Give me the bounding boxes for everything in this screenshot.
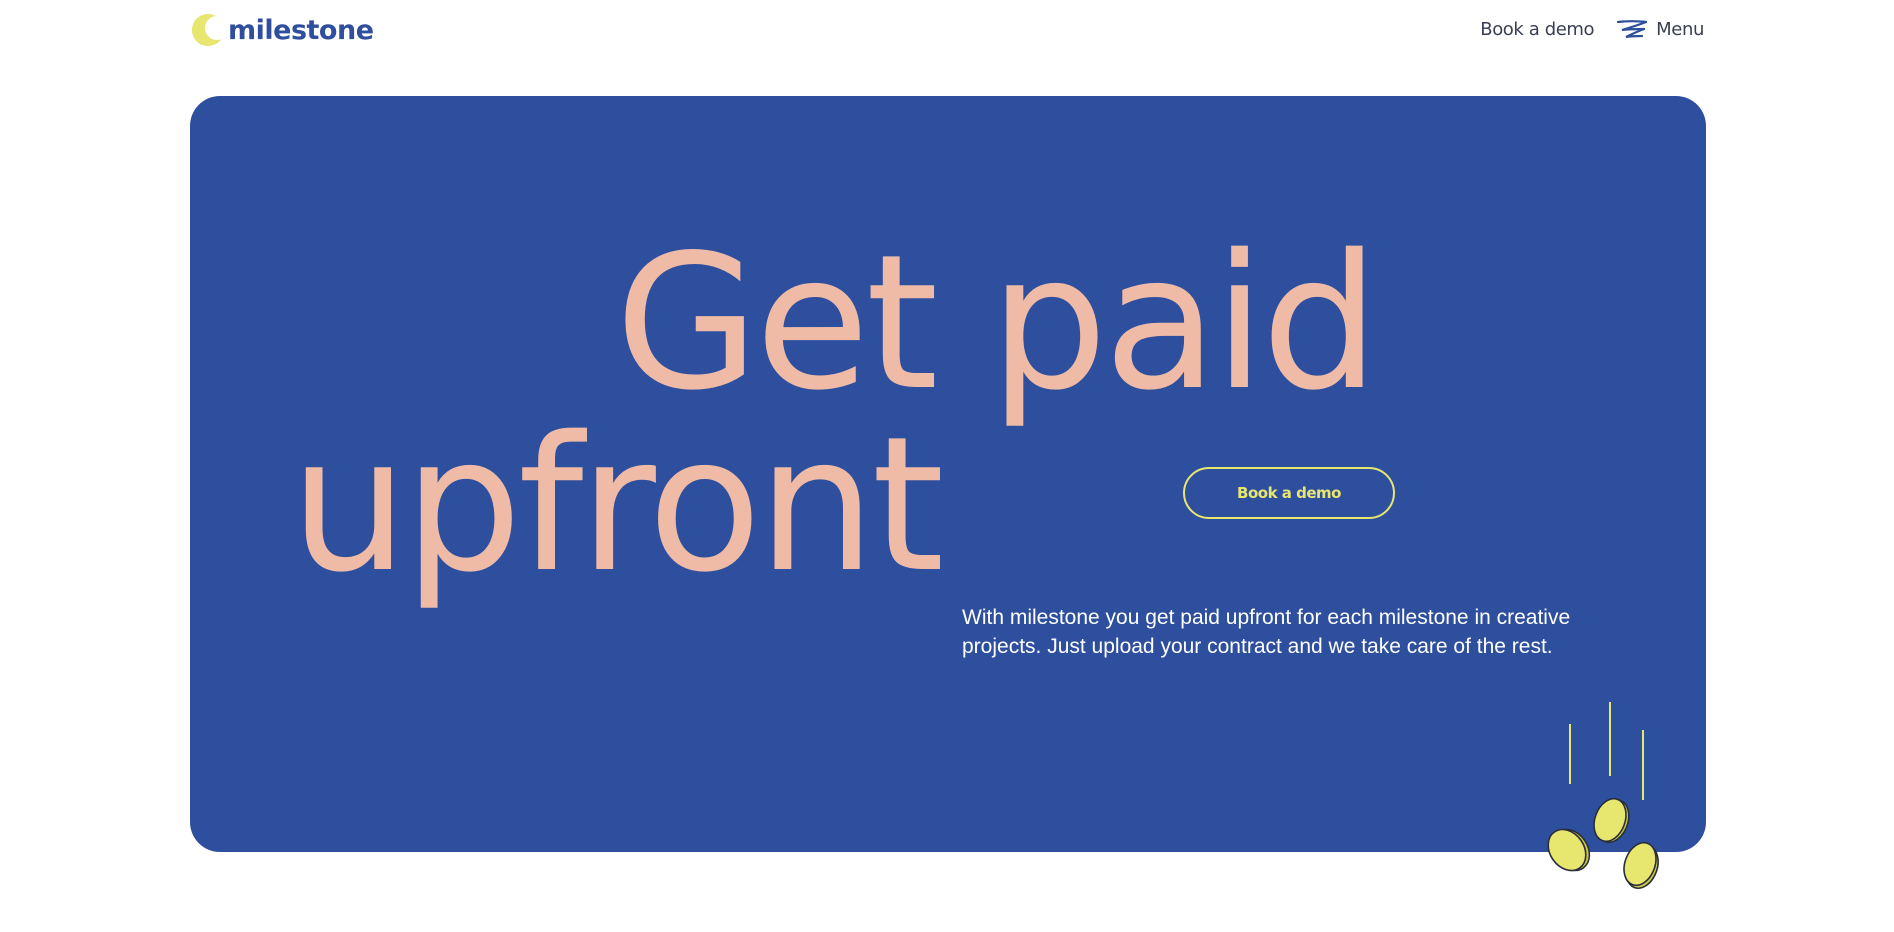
menu-label: Menu xyxy=(1656,18,1704,40)
menu-button[interactable]: Menu xyxy=(1616,18,1704,40)
coin-icon xyxy=(1593,797,1630,844)
crescent-moon-icon xyxy=(192,14,226,46)
logo-link[interactable]: milestone xyxy=(190,10,374,50)
headline-line-1: Get paid xyxy=(615,214,1379,431)
site-header: milestone Book a demo Menu xyxy=(190,0,1704,62)
logo-text: milestone xyxy=(228,14,374,46)
book-demo-link[interactable]: Book a demo xyxy=(1480,19,1594,40)
menu-lines-icon xyxy=(1617,20,1648,39)
coin-icon xyxy=(1547,828,1591,872)
page: milestone Book a demo Menu Get paid upfr… xyxy=(0,0,1894,932)
book-demo-button[interactable]: Book a demo xyxy=(1183,467,1395,519)
falling-coins-illustration xyxy=(1547,702,1659,890)
coin-icon xyxy=(1623,841,1659,890)
hero-section: Get paid upfront Book a demo With milest… xyxy=(190,96,1706,852)
hero-description: With milestone you get paid upfront for … xyxy=(962,606,1571,658)
top-nav: Book a demo Menu xyxy=(1480,18,1704,40)
headline-line-2: upfront xyxy=(290,396,944,613)
